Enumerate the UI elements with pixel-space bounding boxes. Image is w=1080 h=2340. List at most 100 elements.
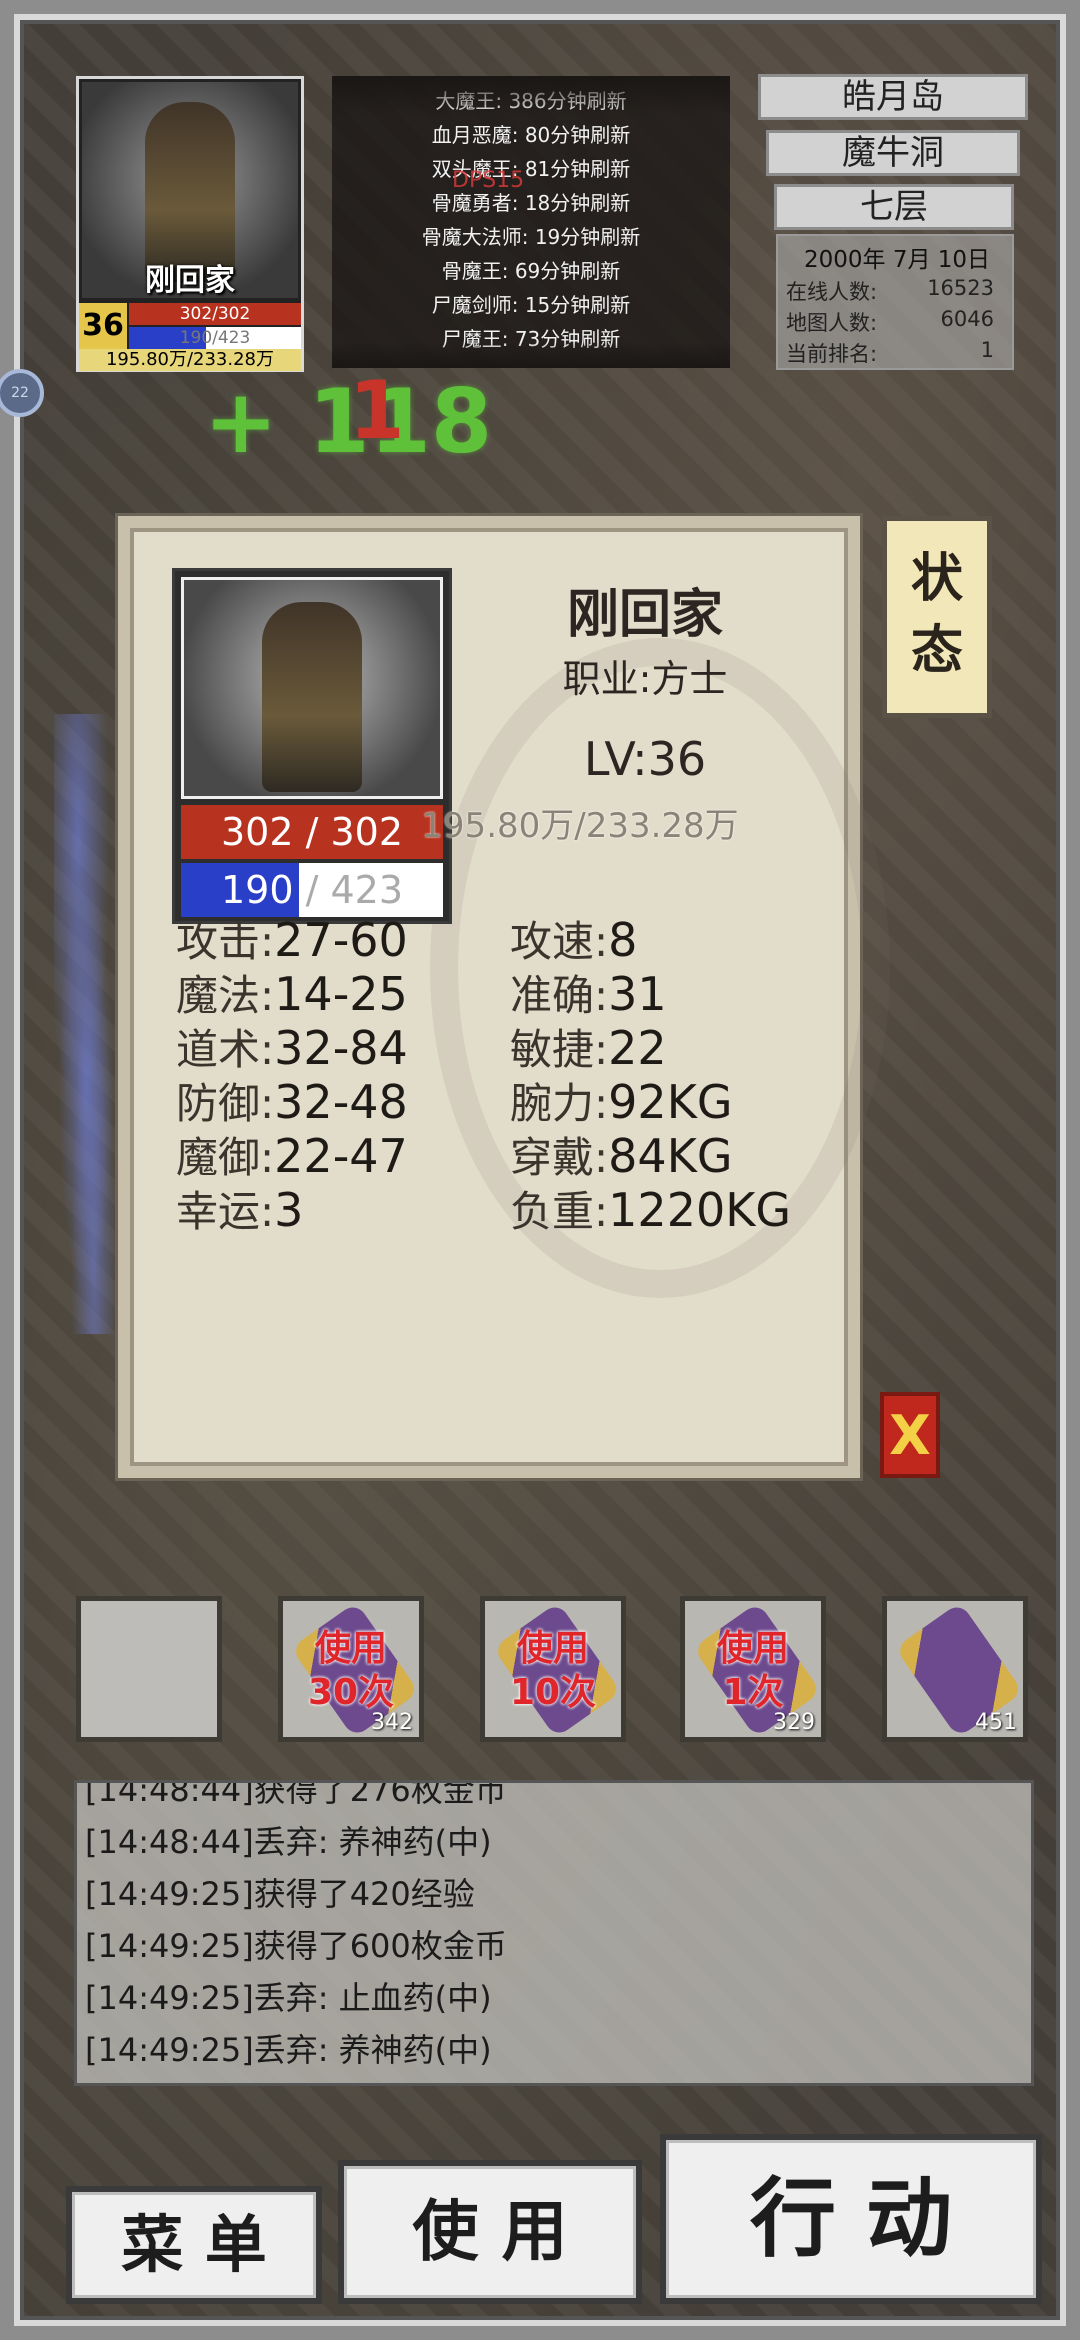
stat-label: 攻击: bbox=[176, 917, 275, 966]
stat-label: 防御: bbox=[176, 1079, 275, 1128]
hud-level-badge: 36 bbox=[79, 303, 127, 349]
item-slot-empty[interactable] bbox=[76, 1596, 222, 1742]
log-entry: [14:49:25]丢弃: 止血药(中) bbox=[85, 1979, 492, 2017]
stat-row: 穿戴:84KG bbox=[510, 1124, 733, 1185]
item-slot[interactable]: 使用 10次 bbox=[480, 1596, 626, 1742]
stat-row: 敏捷:22 bbox=[510, 1016, 667, 1077]
boss-refresh-item: 骨魔王: 69分钟刷新 bbox=[441, 259, 621, 283]
boss-refresh-list[interactable]: 大魔王: 386分钟刷新 血月恶魔: 80分钟刷新 双头魔王: 81分钟刷新 骨魔勇者… bbox=[332, 76, 730, 368]
log-entry: [14:49:25]获得了600枚金币 bbox=[85, 1927, 507, 1965]
boss-refresh-item: 尸魔剑师: 15分钟刷新 bbox=[431, 293, 631, 317]
location-cave[interactable]: 魔牛洞 bbox=[766, 130, 1020, 176]
times-label: 10次 bbox=[509, 1672, 597, 1713]
item-count: 342 bbox=[371, 1710, 413, 1735]
boss-refresh-item: 双头魔王: 81分钟刷新 bbox=[431, 157, 631, 181]
log-entry: [14:49:25]获得了420经验 bbox=[85, 1875, 475, 1913]
use-label: 使用 bbox=[314, 1628, 387, 1669]
item-slot[interactable]: 451 bbox=[882, 1596, 1028, 1742]
online-value: 16523 bbox=[927, 276, 994, 300]
stat-label: 魔法: bbox=[176, 971, 275, 1020]
stat-row: 幸运:3 bbox=[176, 1178, 303, 1239]
stat-row: 攻速:8 bbox=[510, 908, 637, 969]
boss-refresh-item: 尸魔王: 73分钟刷新 bbox=[441, 327, 621, 351]
use-times-label: 使用 30次 bbox=[283, 1627, 419, 1715]
status-tab[interactable]: 状态 bbox=[882, 516, 992, 718]
stat-value: 22 bbox=[608, 1021, 667, 1075]
stat-value: 1220KG bbox=[608, 1183, 792, 1237]
boss-refresh-item: 大魔王: 386分钟刷新 bbox=[435, 89, 627, 113]
stat-row: 负重:1220KG bbox=[510, 1178, 791, 1239]
hud-character-name: 刚回家 bbox=[145, 263, 235, 298]
panel-character-figure bbox=[262, 602, 362, 792]
hud-character-portrait[interactable]: 刚回家 36 302/302 190/423 195.80万/233.28万 bbox=[76, 76, 304, 372]
boss-refresh-item: 血月恶魔: 80分钟刷新 bbox=[431, 123, 631, 147]
panel-portrait: 302 / 302 190 / 423 bbox=[172, 568, 452, 924]
panel-hp-current: 302 bbox=[220, 810, 294, 854]
item-count: 329 bbox=[773, 1710, 815, 1735]
message-log[interactable]: [14:48:44]获得了276枚金币 [14:48:44]丢弃: 养神药(中) [… bbox=[74, 1780, 1034, 2086]
item-slot[interactable]: 使用 1次 329 bbox=[680, 1596, 826, 1742]
map-count-row: 地图人数: 6046 bbox=[786, 307, 1008, 337]
hud-mp-text: 190/423 bbox=[179, 328, 251, 348]
panel-level: LV:36 bbox=[480, 732, 810, 786]
panel-mp-current: 190 bbox=[220, 868, 294, 912]
action-button[interactable]: 行 动 bbox=[660, 2134, 1042, 2304]
stat-value: 8 bbox=[608, 913, 638, 967]
stat-row: 魔御:22-47 bbox=[176, 1124, 408, 1185]
stat-value: 27-60 bbox=[274, 913, 408, 967]
panel-avatar bbox=[181, 577, 443, 799]
menu-button[interactable]: 菜 单 bbox=[66, 2186, 322, 2304]
panel-job: 职业:方士 bbox=[562, 657, 728, 701]
item-slot[interactable]: 使用 30次 342 bbox=[278, 1596, 424, 1742]
stat-label: 腕力: bbox=[510, 1079, 609, 1128]
stat-label: 攻速: bbox=[510, 917, 609, 966]
stat-label: 准确: bbox=[510, 971, 609, 1020]
status-tab-char: 态 bbox=[910, 621, 963, 681]
online-label: 在线人数: bbox=[786, 280, 878, 304]
rank-value: 1 bbox=[980, 338, 994, 362]
log-entry: [14:48:44]丢弃: 养神药(中) bbox=[85, 1823, 492, 1861]
stat-row: 道术:32-84 bbox=[176, 1016, 408, 1077]
online-count-row: 在线人数: 16523 bbox=[786, 276, 1008, 306]
item-count: 451 bbox=[975, 1710, 1017, 1735]
stat-value: 32-48 bbox=[274, 1075, 408, 1129]
stat-row: 防御:32-48 bbox=[176, 1070, 408, 1131]
game-date: 2000年 7月 10日 bbox=[803, 247, 991, 273]
stat-value: 32-84 bbox=[274, 1021, 408, 1075]
map-value: 6046 bbox=[940, 307, 994, 331]
stat-label: 负重: bbox=[510, 1187, 609, 1236]
panel-mp-max: 423 bbox=[330, 868, 404, 912]
location-island[interactable]: 皓月岛 bbox=[758, 74, 1028, 120]
use-button[interactable]: 使 用 bbox=[338, 2160, 642, 2304]
rank-row: 当前排名: 1 bbox=[786, 338, 1008, 368]
stat-label: 魔御: bbox=[176, 1133, 275, 1182]
stat-label: 敏捷: bbox=[510, 1025, 609, 1074]
log-entry: [14:49:25]丢弃: 养神药(中) bbox=[85, 2031, 492, 2069]
use-label: 使用 bbox=[516, 1628, 589, 1669]
panel-character-name: 刚回家 bbox=[566, 585, 723, 645]
use-times-label: 使用 10次 bbox=[485, 1627, 621, 1715]
stat-value: 3 bbox=[274, 1183, 304, 1237]
stat-value: 84KG bbox=[608, 1129, 733, 1183]
boss-refresh-item: 骨魔勇者: 18分钟刷新 bbox=[431, 191, 631, 215]
rank-label: 当前排名: bbox=[786, 342, 878, 366]
panel-exp: 195.80万/233.28万 bbox=[421, 806, 739, 846]
stat-value: 92KG bbox=[608, 1075, 733, 1129]
level-value: 36 bbox=[647, 732, 707, 786]
stat-row: 腕力:92KG bbox=[510, 1070, 733, 1131]
floating-damage-number: 1 bbox=[349, 364, 405, 457]
use-label: 使用 bbox=[716, 1628, 789, 1669]
stat-value: 14-25 bbox=[274, 967, 408, 1021]
stat-label: 幸运: bbox=[176, 1187, 275, 1236]
side-float-button[interactable]: 22 bbox=[0, 369, 44, 417]
stat-value: 31 bbox=[608, 967, 667, 1021]
times-label: 1次 bbox=[722, 1672, 784, 1713]
close-button[interactable]: X bbox=[880, 1392, 940, 1478]
hud-exp-bar: 195.80万/233.28万 bbox=[79, 349, 301, 371]
game-screen: 22 刚回家 36 302/302 190/423 195.80万/233.28… bbox=[0, 0, 1080, 2340]
location-floor[interactable]: 七层 bbox=[774, 184, 1014, 230]
stat-row: 准确:31 bbox=[510, 962, 667, 1023]
stat-value: 22-47 bbox=[274, 1129, 408, 1183]
stat-row: 攻击:27-60 bbox=[176, 908, 408, 969]
log-entry: [14:48:44]获得了276枚金币 bbox=[85, 1780, 507, 1809]
